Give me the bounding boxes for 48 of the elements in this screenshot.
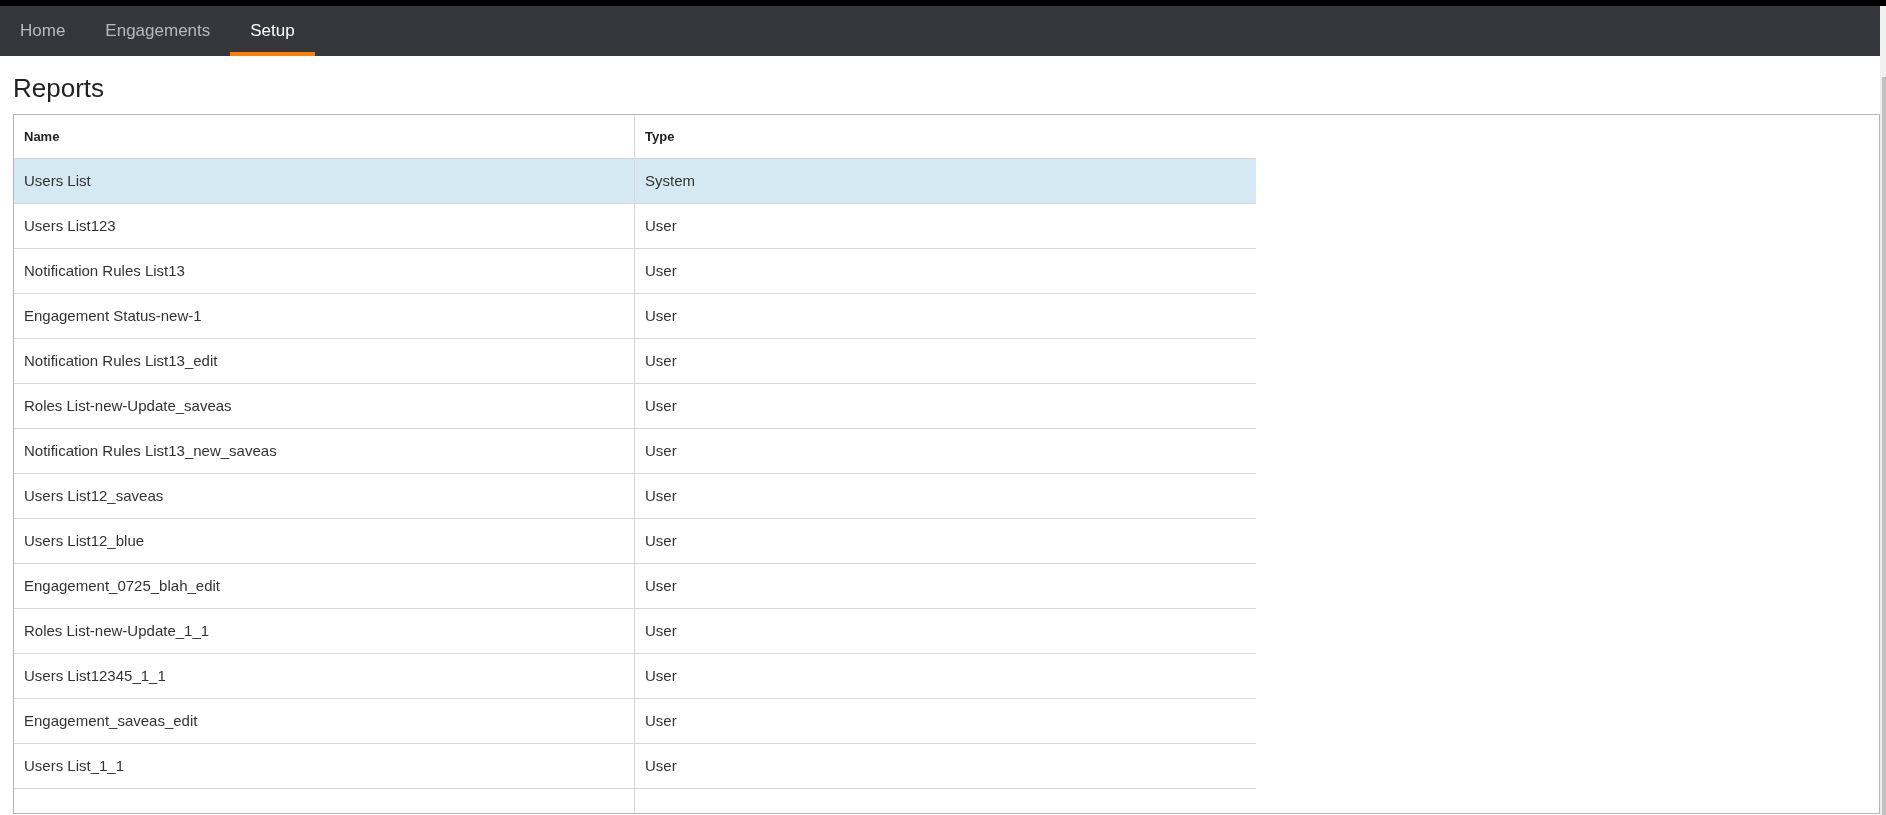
table-row[interactable]: Users List12345_1_1 User	[14, 654, 1256, 699]
page-title: Reports	[13, 72, 106, 104]
table-cell: Users List_1_1	[14, 744, 635, 788]
table-row[interactable]: Roles List-new-Update_1_1 User	[14, 609, 1256, 654]
table-row[interactable]: Notification Rules List13 User	[14, 249, 1256, 294]
table-cell: Users List	[14, 159, 635, 203]
table-cell: Notification Rules List13_new_saveas	[14, 429, 635, 473]
table-cell: Engagement_saveas_edit	[14, 699, 635, 743]
table-cell-text: User	[644, 215, 678, 236]
table-cell-text: User	[644, 620, 678, 641]
table-row[interactable]: Notification Rules List13_new_saveas User	[14, 429, 1256, 474]
table-row[interactable]: Engagement_saveas_edit User	[14, 699, 1256, 744]
table-cell-text: System	[644, 170, 696, 191]
table-cell-text: User	[644, 440, 678, 461]
table-row[interactable]: Users List12_saveas User	[14, 474, 1256, 519]
table-row[interactable]: Users List12_blue User	[14, 519, 1256, 564]
table-cell-text: User	[644, 350, 678, 371]
table-cell-text: User	[644, 395, 678, 416]
table-row[interactable]: Engagement_0725_blah_edit User	[14, 564, 1256, 609]
column-header: Name	[14, 115, 635, 158]
column-header: Type	[644, 127, 676, 146]
table-row[interactable]: Roles List-new-Update_saveas User	[14, 384, 1256, 429]
table-cell: Engagement_0725_blah_edit	[14, 564, 635, 608]
table-cell: Engagement Status-new-1	[14, 294, 635, 338]
table-cell: Users List12_blue	[14, 519, 635, 563]
table-row[interactable]: Users List_1_1 User	[14, 744, 1256, 789]
table-row[interactable]: Notification Rules List13_edit User	[14, 339, 1256, 384]
table-cell: Roles List-new-Update_1_1	[14, 609, 635, 653]
table-cell-text: User	[644, 260, 678, 281]
nav-tab[interactable]: Engagements	[85, 6, 231, 56]
table-cell-text: User	[644, 710, 678, 731]
table-cell-text: User	[644, 530, 678, 551]
table-cell-text: User	[644, 665, 678, 686]
table-cell: Users List12345_1_1	[14, 654, 635, 698]
table-row[interactable]: Engagement Status-new-1 User	[14, 294, 1256, 339]
table-cell: Roles List-new-Update_saveas	[14, 384, 635, 428]
table-cell: Notification Rules List13_edit	[14, 339, 635, 383]
table-cell-text: User	[644, 485, 678, 506]
table-cell-text: User	[644, 755, 678, 776]
nav-tab[interactable]: Home	[0, 6, 86, 56]
table-cell: Users List12_saveas	[14, 474, 635, 518]
table-cell-text: User	[644, 575, 678, 596]
table-row[interactable]: Users List System	[14, 159, 1256, 204]
nav-tab[interactable]: Setup	[230, 6, 315, 56]
table-cell: Users List123	[14, 204, 635, 248]
table-cell-text: User	[644, 305, 678, 326]
table-cell: Notification Rules List13	[14, 249, 635, 293]
table-row[interactable]: Users List123 User	[14, 204, 1256, 249]
